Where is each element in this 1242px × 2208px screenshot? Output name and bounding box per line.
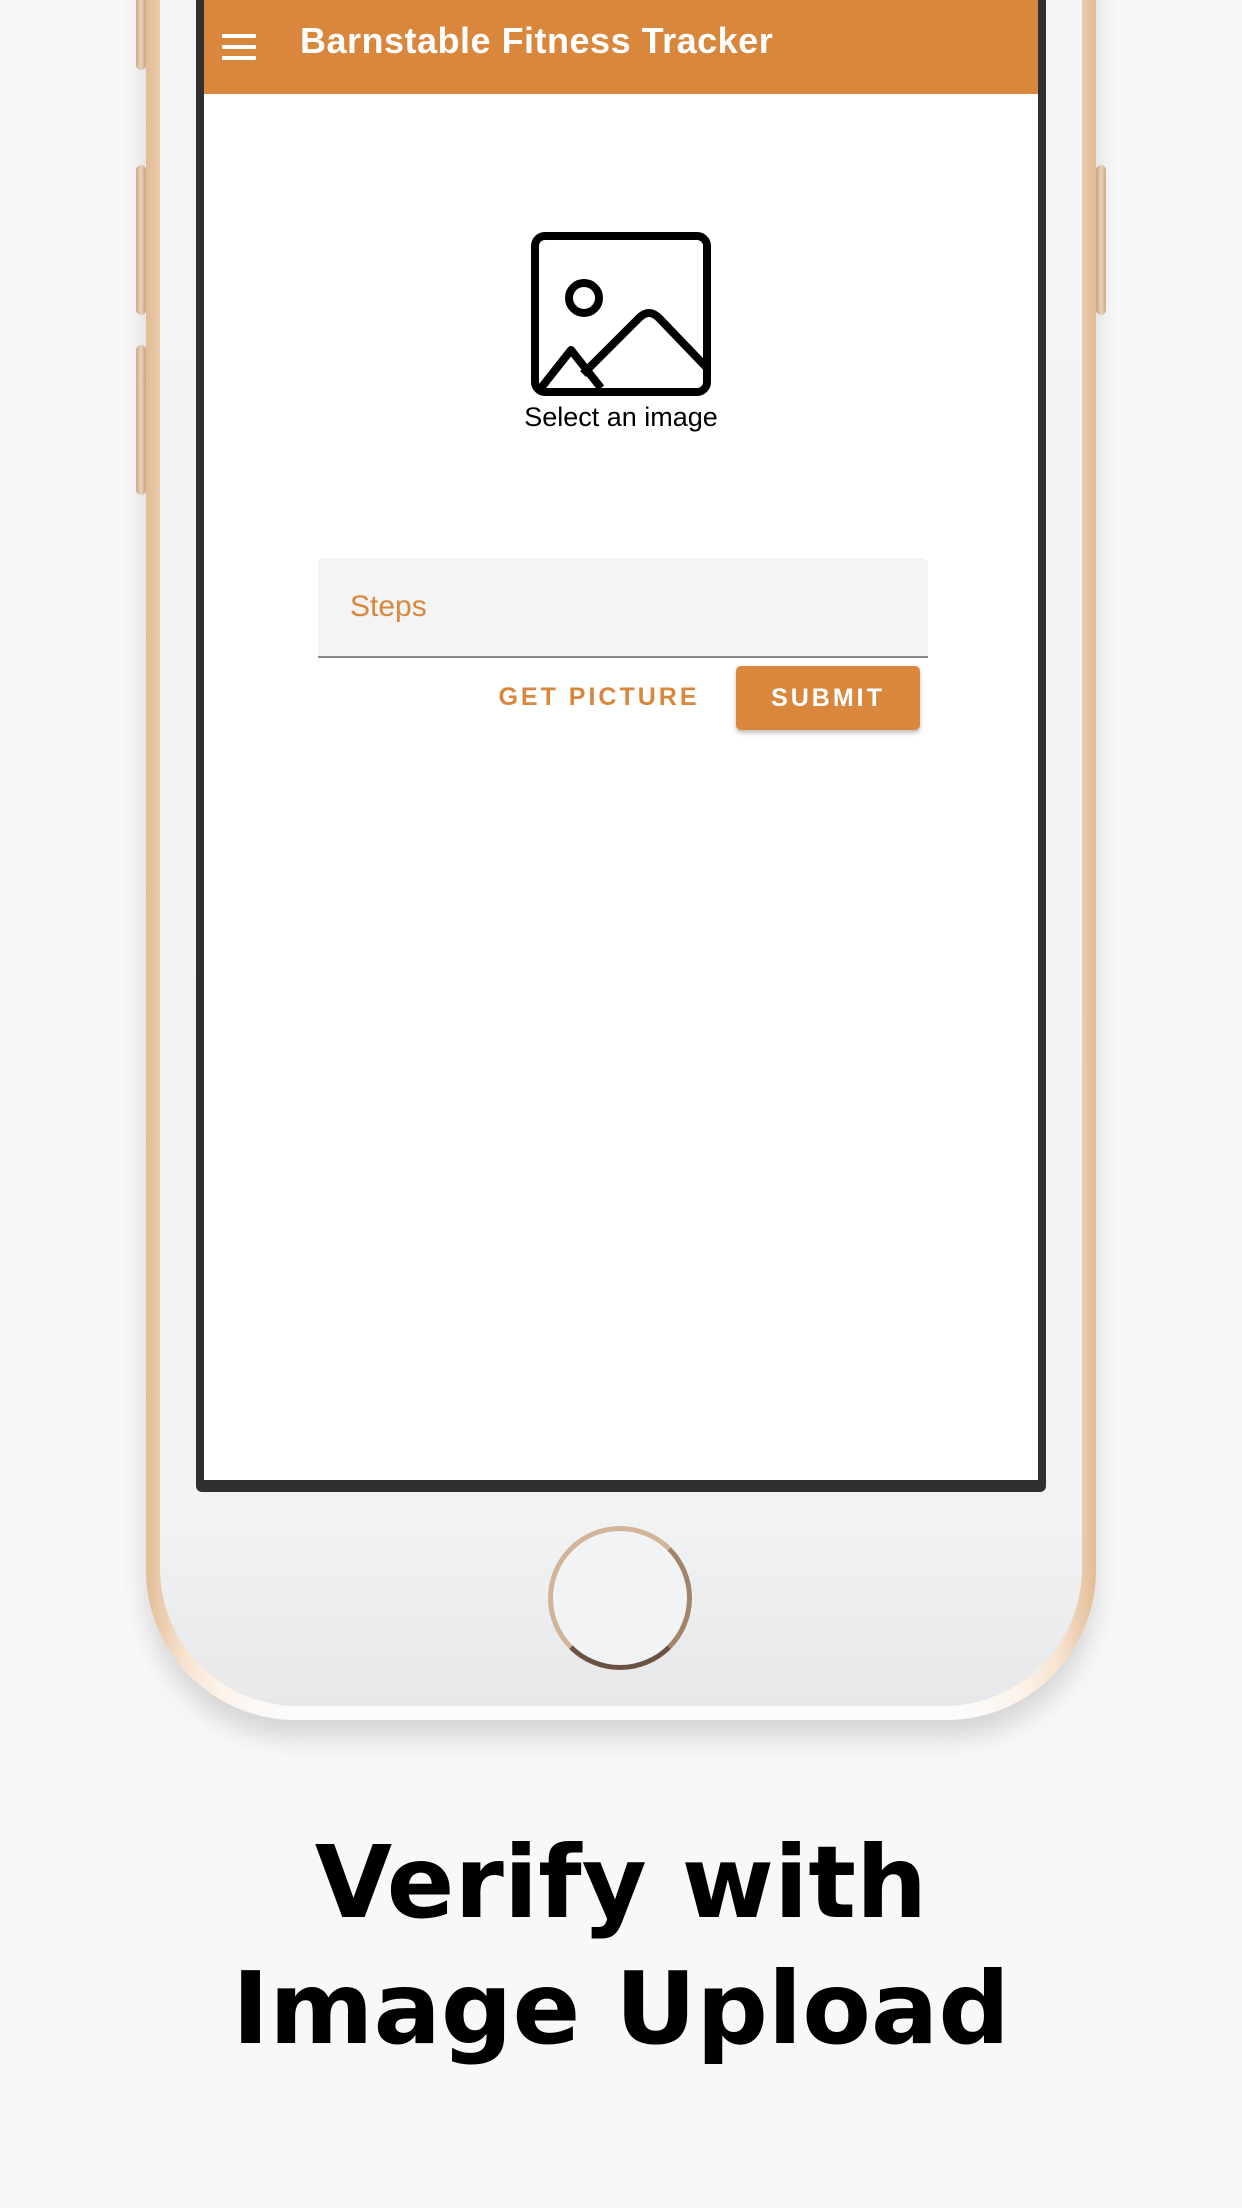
hamburger-menu-icon[interactable] <box>218 26 260 68</box>
promo-caption-line-1: Verify with <box>314 1824 928 1941</box>
image-picker-caption: Select an image <box>524 402 718 432</box>
phone-volume-down-button <box>136 345 146 495</box>
phone-side-button <box>136 0 146 70</box>
promo-caption-line-2: Image Upload <box>232 1950 1010 2067</box>
app-title: Barnstable Fitness Tracker <box>300 20 774 61</box>
app-bar: Barnstable Fitness Tracker <box>204 0 1038 94</box>
steps-input[interactable] <box>318 558 928 656</box>
promo-caption: Verify with Image Upload <box>0 1820 1242 2072</box>
get-picture-button[interactable]: GET PICTURE <box>486 666 712 728</box>
image-placeholder-icon <box>531 232 711 396</box>
submit-button[interactable]: SUBMIT <box>736 666 920 730</box>
home-button[interactable] <box>548 1526 692 1670</box>
phone-volume-up-button <box>136 165 146 315</box>
image-picker[interactable]: Select an image <box>494 232 748 442</box>
steps-field[interactable] <box>318 558 928 658</box>
phone-power-button <box>1096 165 1106 315</box>
app-screen: Barnstable Fitness Tracker Select an ima… <box>204 0 1038 1480</box>
